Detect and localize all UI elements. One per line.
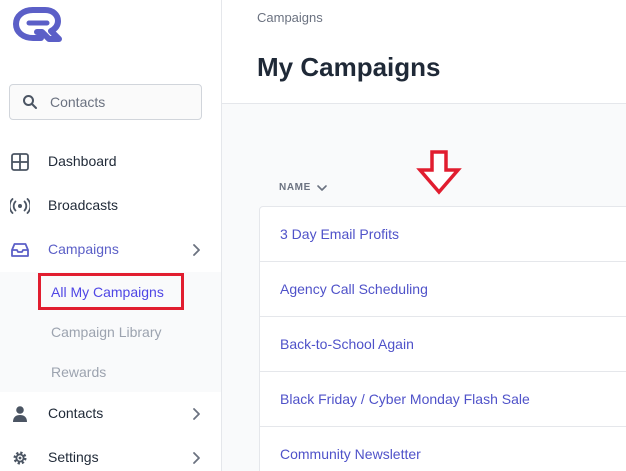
campaign-name-link[interactable]: Black Friday / Cyber Monday Flash Sale xyxy=(280,391,530,407)
table-row[interactable]: 3 Day Email Profits xyxy=(260,207,626,262)
nav-contacts[interactable]: Contacts xyxy=(0,394,221,434)
campaigns-table: 3 Day Email Profits Agency Call Scheduli… xyxy=(259,206,626,471)
subnav-campaign-library-label: Campaign Library xyxy=(51,324,162,340)
inbox-icon xyxy=(11,243,29,257)
broadcast-icon xyxy=(10,198,30,214)
nav-dashboard-label: Dashboard xyxy=(48,153,117,169)
chevron-right-icon xyxy=(193,408,200,420)
user-icon xyxy=(13,406,27,422)
search-icon xyxy=(23,95,37,109)
column-header-name[interactable]: NAME xyxy=(279,182,311,193)
chevron-down-icon[interactable] xyxy=(316,182,328,194)
sidebar: Contacts Dashboard Broadcasts Campaigns xyxy=(0,0,222,471)
nav-campaigns-label: Campaigns xyxy=(48,241,119,257)
chevron-right-icon xyxy=(193,452,200,464)
highlight-box-annotation xyxy=(38,273,184,310)
subnav-rewards[interactable]: Rewards xyxy=(0,352,221,392)
breadcrumb[interactable]: Campaigns xyxy=(257,10,323,25)
search-placeholder: Contacts xyxy=(50,94,106,110)
chevron-right-icon xyxy=(193,244,200,256)
nav-broadcasts[interactable]: Broadcasts xyxy=(0,186,221,226)
nav-dashboard[interactable]: Dashboard xyxy=(0,142,221,182)
page-title: My Campaigns xyxy=(257,52,441,82)
table-row[interactable]: Black Friday / Cyber Monday Flash Sale xyxy=(260,372,626,427)
nav-broadcasts-label: Broadcasts xyxy=(48,197,119,213)
search-input[interactable]: Contacts xyxy=(9,84,202,120)
nav-campaigns[interactable]: Campaigns xyxy=(0,230,221,270)
app-logo[interactable] xyxy=(11,6,63,42)
nav-settings[interactable]: Settings xyxy=(0,438,221,471)
campaign-name-link[interactable]: Community Newsletter xyxy=(280,446,421,462)
subnav-rewards-label: Rewards xyxy=(51,364,107,380)
subnav-campaign-library[interactable]: Campaign Library xyxy=(0,312,221,352)
table-row[interactable]: Back-to-School Again xyxy=(260,317,626,372)
gear-icon xyxy=(13,451,27,465)
campaign-name-link[interactable]: Back-to-School Again xyxy=(280,336,414,352)
nav-settings-label: Settings xyxy=(48,449,99,465)
table-row[interactable]: Community Newsletter xyxy=(260,427,626,471)
arrow-down-annotation-icon xyxy=(416,150,462,195)
table-row[interactable]: Agency Call Scheduling xyxy=(260,262,626,317)
grid-icon xyxy=(11,153,29,171)
campaign-name-link[interactable]: 3 Day Email Profits xyxy=(280,226,399,242)
nav-contacts-label: Contacts xyxy=(48,405,104,421)
campaign-name-link[interactable]: Agency Call Scheduling xyxy=(280,281,428,297)
